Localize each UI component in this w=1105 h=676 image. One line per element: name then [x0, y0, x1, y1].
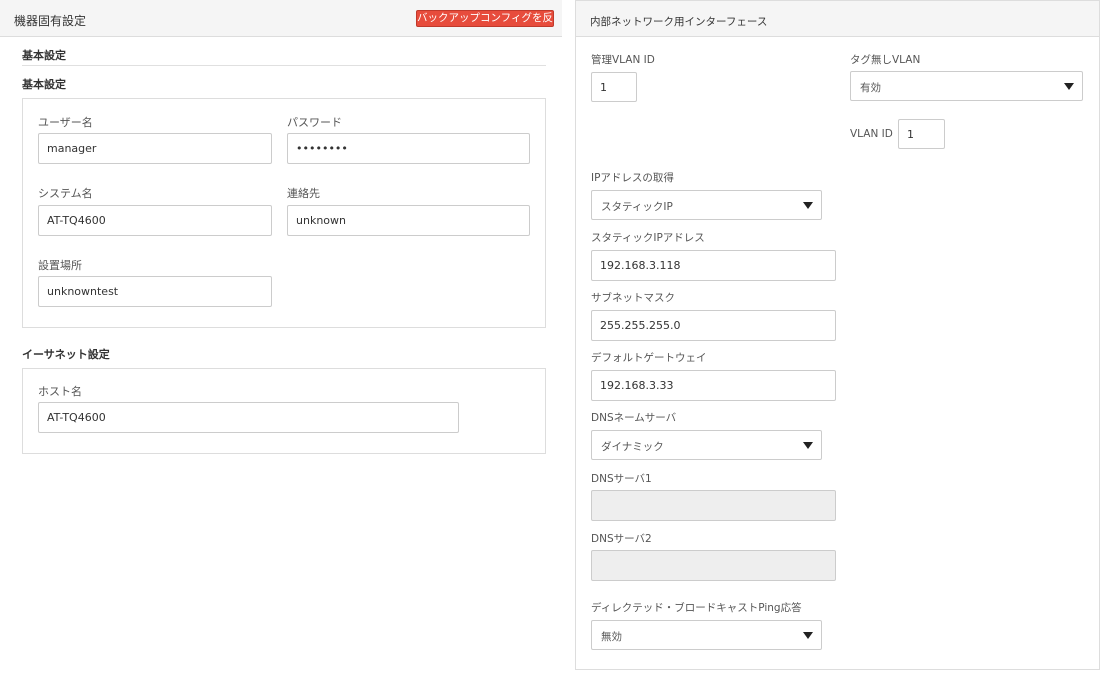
untagged-vlan-value: 有効 — [860, 82, 881, 94]
dns2-input — [591, 550, 836, 581]
subnet-label: サブネットマスク — [591, 292, 675, 304]
mgmt-vlan-label: 管理VLAN ID — [591, 54, 655, 66]
untagged-vlan-label: タグ無しVLAN — [850, 54, 921, 66]
directed-ping-label: ディレクテッド・ブロードキャストPing応答 — [591, 602, 802, 614]
caret-down-icon — [803, 442, 813, 449]
right-panel-title: 内部ネットワーク用インターフェース — [590, 16, 768, 28]
caret-down-icon — [803, 632, 813, 639]
caret-down-icon — [1064, 83, 1074, 90]
dns-mode-value: ダイナミック — [601, 441, 664, 453]
hostname-input[interactable] — [38, 402, 459, 433]
gateway-label: デフォルトゲートウェイ — [591, 352, 707, 364]
basic-settings-section-title: 基本設定 — [22, 49, 66, 62]
system-name-label: システム名 — [38, 187, 93, 200]
caret-down-icon — [803, 202, 813, 209]
untagged-vlan-select[interactable]: 有効 — [850, 71, 1083, 101]
ip-acquire-label: IPアドレスの取得 — [591, 172, 674, 184]
password-label: パスワード — [287, 116, 342, 129]
ip-acquire-select[interactable]: スタティックIP — [591, 190, 822, 220]
vlan-id-input[interactable] — [898, 119, 945, 149]
dns-mode-label: DNSネームサーバ — [591, 412, 677, 424]
username-label: ユーザー名 — [38, 116, 93, 129]
static-ip-input[interactable] — [591, 250, 836, 281]
hostname-label: ホスト名 — [38, 385, 82, 398]
directed-ping-value: 無効 — [601, 631, 622, 643]
directed-ping-select[interactable]: 無効 — [591, 620, 822, 650]
contact-input[interactable] — [287, 205, 530, 236]
ip-acquire-value: スタティックIP — [601, 201, 673, 213]
dns1-input — [591, 490, 836, 521]
contact-label: 連絡先 — [287, 187, 320, 200]
gateway-input[interactable] — [591, 370, 836, 401]
dns-mode-select[interactable]: ダイナミック — [591, 430, 822, 460]
ethernet-settings-title: イーサネット設定 — [22, 348, 110, 361]
subnet-input[interactable] — [591, 310, 836, 341]
static-ip-label: スタティックIPアドレス — [591, 232, 705, 244]
system-name-input[interactable] — [38, 205, 272, 236]
vlan-id-label: VLAN ID — [850, 128, 893, 140]
basic-settings-subtitle: 基本設定 — [22, 78, 66, 91]
mgmt-vlan-input[interactable] — [591, 72, 637, 102]
dns2-label: DNSサーバ2 — [591, 533, 652, 545]
dns1-label: DNSサーバ1 — [591, 473, 652, 485]
section-divider — [22, 65, 546, 66]
left-panel-title: 機器固有設定 — [14, 14, 87, 28]
location-input[interactable] — [38, 276, 272, 307]
username-input[interactable] — [38, 133, 272, 164]
password-input[interactable] — [287, 133, 530, 164]
apply-backup-config-button[interactable]: バックアップコンフィグを反映 — [416, 10, 554, 27]
location-label: 設置場所 — [38, 259, 82, 272]
